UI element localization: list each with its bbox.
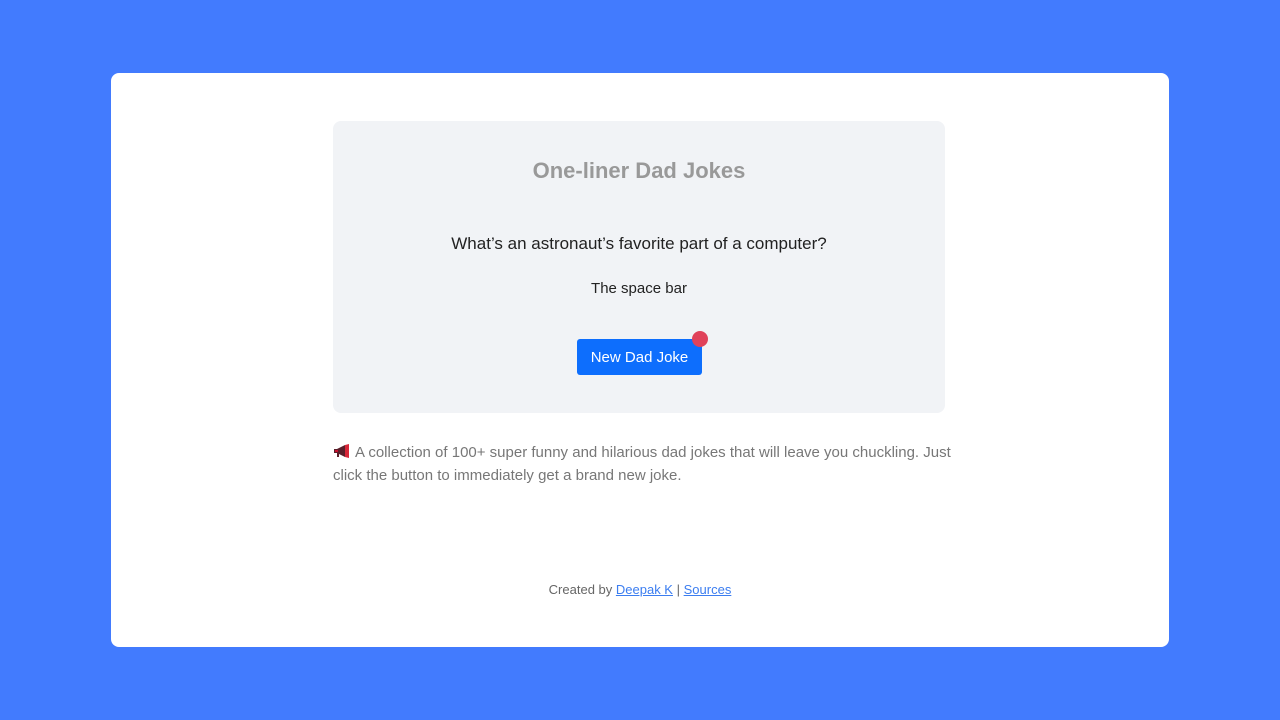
author-link[interactable]: Deepak K — [616, 582, 673, 597]
main-card: One-liner Dad Jokes What’s an astronaut’… — [111, 73, 1169, 647]
joke-panel: One-liner Dad Jokes What’s an astronaut’… — [333, 121, 945, 413]
joke-question: What’s an astronaut’s favorite part of a… — [451, 234, 827, 253]
joke-title: One-liner Dad Jokes — [532, 158, 746, 183]
sources-link[interactable]: Sources — [684, 582, 732, 597]
footer-separator: | — [676, 582, 680, 597]
notification-dot — [692, 331, 708, 347]
footer: Created by Deepak K | Sources — [111, 582, 1169, 597]
joke-answer: The space bar — [591, 280, 687, 297]
megaphone-icon — [333, 442, 351, 458]
footer-prefix: Created by — [548, 582, 613, 597]
description-text: A collection of 100+ super funny and hil… — [333, 444, 951, 484]
description: A collection of 100+ super funny and hil… — [333, 441, 953, 487]
new-dad-joke-button[interactable]: New Dad Joke — [577, 339, 702, 375]
